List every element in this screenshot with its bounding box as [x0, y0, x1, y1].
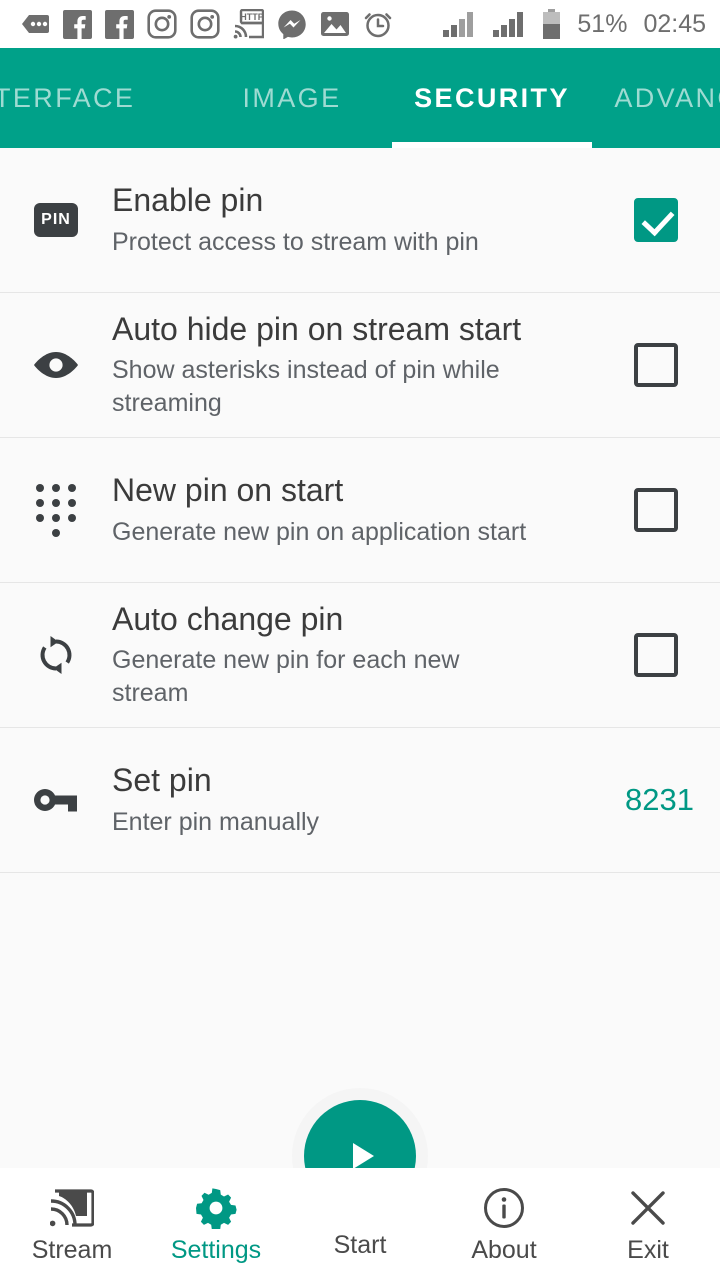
instagram-icon [190, 9, 220, 39]
app-root: HTTP 51% 02:45 TERFACE IMAGE SECURITY AD… [0, 0, 720, 1280]
row-control-slot [618, 633, 694, 677]
setting-row-auto-change-pin[interactable]: Auto change pin Generate new pin for eac… [0, 583, 720, 728]
row-icon-slot [0, 349, 112, 381]
nav-label-exit: Exit [627, 1235, 669, 1264]
status-notification-icons: HTTP [18, 9, 432, 39]
row-icon-slot [0, 633, 112, 677]
setting-subtitle: Show asterisks instead of pin while stre… [112, 356, 500, 418]
svg-text:HTTP: HTTP [240, 12, 264, 22]
row-control-slot: 8231 [625, 782, 694, 818]
nav-item-about[interactable]: About [432, 1168, 576, 1280]
setting-row-auto-hide-pin[interactable]: Auto hide pin on stream start Show aster… [0, 293, 720, 438]
row-text-slot: New pin on start Generate new pin on app… [112, 471, 618, 548]
setting-subtitle: Generate new pin on application start [112, 517, 527, 546]
row-icon-slot [0, 786, 112, 814]
setting-subtitle: Generate new pin for each new stream [112, 646, 460, 708]
dialpad-icon [36, 483, 76, 537]
nav-label-settings: Settings [170, 1235, 262, 1264]
signal-bars-icon [493, 12, 524, 37]
messages-icon [22, 15, 49, 33]
setting-subtitle: Enter pin manually [112, 807, 320, 836]
battery-icon [543, 9, 561, 39]
row-control-slot [618, 488, 694, 532]
bottom-navigation: Stream Settings Start A [0, 1168, 720, 1280]
battery-percent-label: 51% [577, 9, 628, 38]
tab-bar: TERFACE IMAGE SECURITY ADVANCED [0, 48, 720, 148]
auto-change-pin-checkbox[interactable] [634, 633, 678, 677]
cast-icon [50, 1188, 94, 1227]
pin-badge-icon: PIN [34, 203, 78, 237]
nav-label-about: About [471, 1235, 537, 1264]
tab-image[interactable]: IMAGE [192, 48, 392, 148]
auto-hide-pin-checkbox[interactable] [634, 343, 678, 387]
alarm-icon [364, 13, 392, 38]
row-control-slot [618, 198, 694, 242]
setting-row-enable-pin[interactable]: PIN Enable pin Protect access to stream … [0, 148, 720, 293]
tab-security[interactable]: SECURITY [392, 48, 592, 148]
image-icon [321, 12, 349, 36]
nav-label-stream: Stream [31, 1235, 113, 1264]
row-icon-slot [0, 483, 112, 537]
row-text-slot: Set pin Enter pin manually [112, 761, 625, 838]
eye-icon [34, 352, 78, 378]
http-cast-icon: HTTP [233, 9, 264, 39]
settings-list: PIN Enable pin Protect access to stream … [0, 148, 720, 1021]
nav-icon-slot [627, 1186, 669, 1230]
new-pin-on-start-checkbox[interactable] [634, 488, 678, 532]
nav-icon-slot [50, 1186, 94, 1230]
setting-row-set-pin[interactable]: Set pin Enter pin manually 8231 [0, 728, 720, 873]
setting-title: Auto hide pin on stream start [112, 310, 522, 347]
row-text-slot: Auto change pin Generate new pin for eac… [112, 600, 618, 710]
nav-item-stream[interactable]: Stream [0, 1168, 144, 1280]
tab-interface-label: TERFACE [0, 82, 136, 113]
setting-title: Set pin [112, 762, 212, 799]
nav-item-exit[interactable]: Exit [576, 1168, 720, 1280]
tab-advanced[interactable]: ADVANCED [592, 48, 720, 148]
set-pin-value[interactable]: 8231 [625, 782, 694, 818]
row-text-slot: Auto hide pin on stream start Show aster… [112, 310, 618, 420]
key-icon [34, 789, 77, 812]
row-icon-slot: PIN [0, 203, 112, 237]
info-icon [484, 1187, 524, 1228]
row-control-slot [618, 343, 694, 387]
instagram-icon [147, 9, 177, 39]
refresh-icon [40, 636, 72, 674]
tab-security-label: SECURITY [414, 82, 570, 113]
setting-title: Auto change pin [112, 600, 344, 637]
nav-icon-slot [195, 1186, 237, 1230]
setting-subtitle: Protect access to stream with pin [112, 227, 479, 256]
gear-icon [196, 1187, 237, 1229]
messenger-icon [278, 10, 306, 39]
status-bar: HTTP 51% 02:45 [0, 0, 720, 48]
facebook-icon [63, 9, 92, 39]
enable-pin-checkbox[interactable] [634, 198, 678, 242]
tab-interface[interactable]: TERFACE [0, 48, 192, 148]
setting-title: New pin on start [112, 472, 344, 509]
facebook-icon [105, 9, 134, 39]
tab-image-label: IMAGE [242, 82, 342, 113]
signal-bars-icon [443, 12, 474, 37]
nav-icon-slot [483, 1186, 525, 1230]
row-text-slot: Enable pin Protect access to stream with… [112, 181, 618, 258]
nav-item-settings[interactable]: Settings [144, 1168, 288, 1280]
tab-advanced-label: ADVANCED [614, 82, 720, 113]
close-icon [631, 1190, 665, 1225]
status-right-group: 51% 02:45 [442, 9, 706, 39]
setting-title: Enable pin [112, 182, 264, 219]
setting-row-new-pin-on-start[interactable]: New pin on start Generate new pin on app… [0, 438, 720, 583]
clock-label: 02:45 [643, 9, 706, 38]
